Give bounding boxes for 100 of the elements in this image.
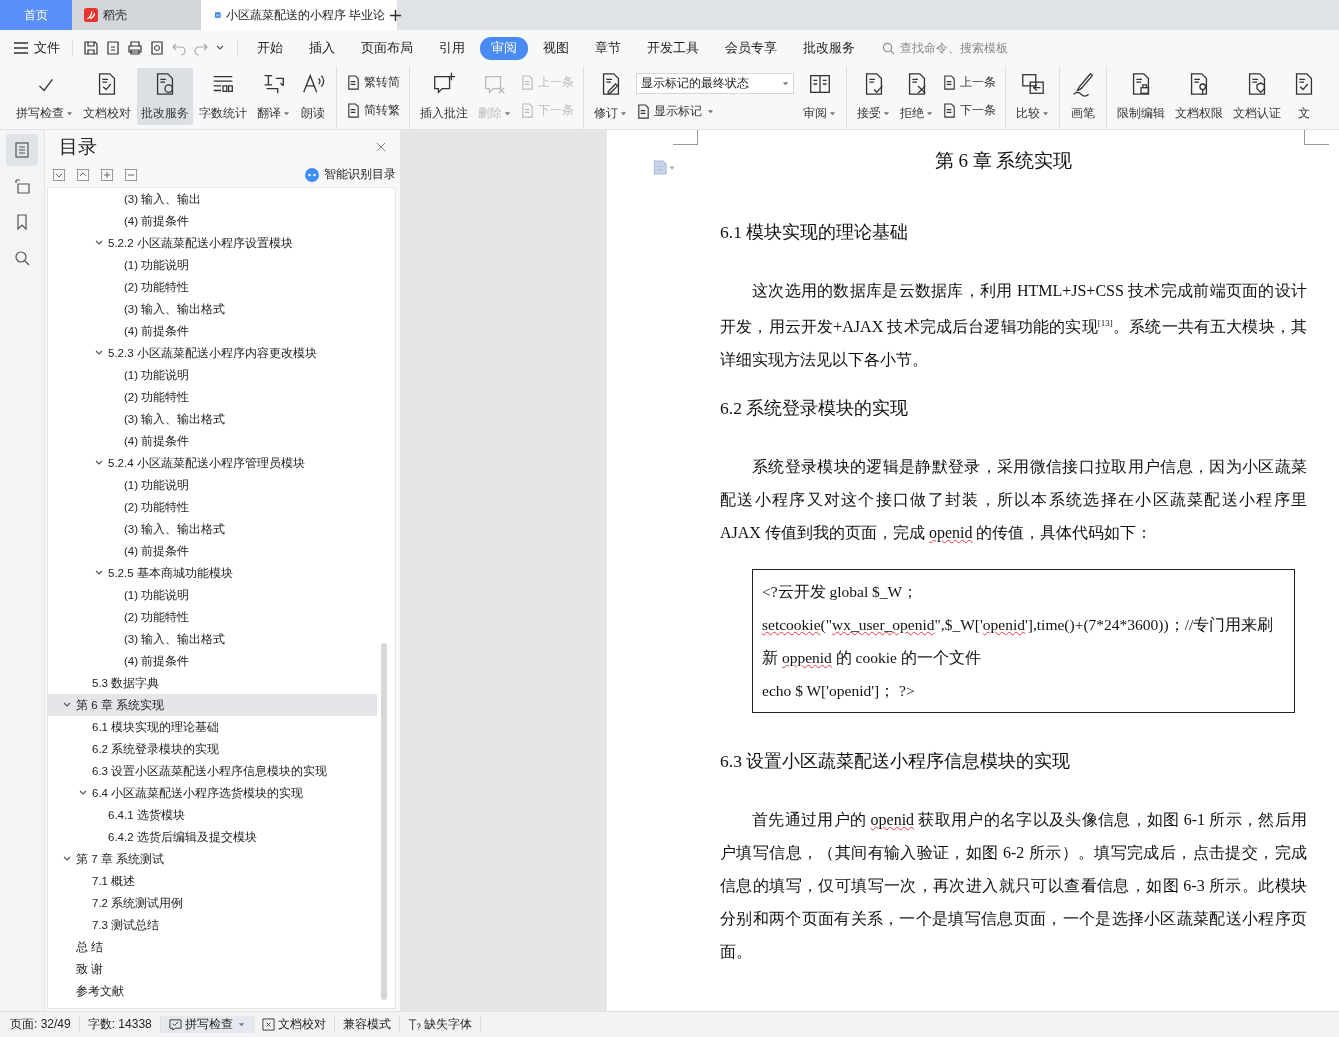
- toc-item[interactable]: 5.2.3 小区蔬菜配送小程序内容更改模块: [48, 342, 377, 364]
- toc-item[interactable]: (4) 前提条件: [48, 210, 377, 232]
- toc-item[interactable]: 6.4.2 选货后编辑及提交模块: [48, 826, 377, 848]
- toc-item[interactable]: 7.1 概述: [48, 870, 377, 892]
- ribbon-button[interactable]: 翻译: [253, 68, 294, 125]
- toc-item[interactable]: (2) 功能特性: [48, 276, 377, 298]
- ribbon-tab[interactable]: 会员专享: [714, 36, 788, 60]
- toc-item[interactable]: 6.1 模块实现的理论基础: [48, 716, 377, 738]
- ribbon-button[interactable]: 比较: [1012, 68, 1053, 125]
- toc-item[interactable]: (1) 功能说明: [48, 584, 377, 606]
- toc-item[interactable]: 7.3 测试总结: [48, 914, 377, 936]
- ribbon-button[interactable]: 拒绝: [896, 68, 937, 125]
- toc-item[interactable]: 6.4 小区蔬菜配送小程序选货模块的实现: [48, 782, 377, 804]
- print-icon[interactable]: [127, 40, 143, 56]
- caret-icon[interactable]: [620, 110, 627, 118]
- ribbon-button[interactable]: 繁转简: [346, 73, 400, 91]
- outline-button[interactable]: [6, 134, 38, 166]
- toc-item[interactable]: (4) 前提条件: [48, 650, 377, 672]
- toc-item[interactable]: 第 7 章 系统测试: [48, 848, 377, 870]
- toc-item[interactable]: (2) 功能特性: [48, 386, 377, 408]
- ribbon-button[interactable]: 拼写检查: [12, 68, 77, 125]
- caret-icon[interactable]: [782, 79, 789, 87]
- toc-item[interactable]: 5.2.5 基本商城功能模块: [48, 562, 377, 584]
- close-icon[interactable]: [376, 142, 386, 152]
- toc-item[interactable]: (3) 输入、输出格式: [48, 628, 377, 650]
- caret-icon[interactable]: [66, 110, 73, 118]
- command-search-field[interactable]: 查找命令、搜索模板: [882, 40, 1052, 56]
- save-icon[interactable]: [83, 40, 99, 56]
- toc-item[interactable]: (1) 功能说明: [48, 364, 377, 386]
- toc-item[interactable]: 5.2.2 小区蔬菜配送小程序设置模块: [48, 232, 377, 254]
- ribbon-tab[interactable]: 批改服务: [792, 36, 866, 60]
- caret-icon[interactable]: [926, 110, 933, 118]
- collapse-icon[interactable]: [53, 168, 65, 181]
- toc-item[interactable]: (1) 功能说明: [48, 254, 377, 276]
- new-tab-icon[interactable]: [389, 8, 402, 22]
- store-tab[interactable]: 稻壳: [72, 0, 201, 30]
- ribbon-button[interactable]: 修订: [590, 68, 631, 125]
- toc-item[interactable]: 总 结: [48, 936, 377, 958]
- toc-item[interactable]: (3) 输入、输出格式: [48, 518, 377, 540]
- minus-icon[interactable]: [125, 168, 137, 181]
- toc-item[interactable]: 5.3 数据字典: [48, 672, 377, 694]
- ribbon-button[interactable]: 画笔: [1066, 68, 1100, 125]
- toc-item[interactable]: 6.3 设置小区蔬菜配送小程序信息模块的实现: [48, 760, 377, 782]
- ribbon-button[interactable]: 接受: [853, 68, 894, 125]
- toc-item[interactable]: (2) 功能特性: [48, 606, 377, 628]
- toc-item[interactable]: (3) 输入、输出格式: [48, 408, 377, 430]
- ribbon-button[interactable]: 朗读: [296, 68, 330, 125]
- spell-check-button[interactable]: 拼写检查: [160, 1016, 254, 1033]
- ribbon-button[interactable]: 显示标记: [636, 103, 794, 121]
- toc-item[interactable]: (2) 功能特性: [48, 496, 377, 518]
- ribbon-tab[interactable]: 引用: [428, 36, 476, 60]
- ribbon-button[interactable]: 插入批注: [416, 68, 472, 125]
- ribbon-button[interactable]: 文档认证: [1229, 68, 1285, 125]
- toc-item[interactable]: (4) 前提条件: [48, 430, 377, 452]
- ribbon-button[interactable]: 审阅: [799, 68, 840, 125]
- toc-item[interactable]: 7.2 系统测试用例: [48, 892, 377, 914]
- toc-item[interactable]: 6.2 系统登录模块的实现: [48, 738, 377, 760]
- document-icon[interactable]: [653, 160, 675, 175]
- toc-item[interactable]: (4) 前提条件: [48, 540, 377, 562]
- toc-item[interactable]: (4) 前提条件: [48, 320, 377, 342]
- caret-icon[interactable]: [707, 108, 714, 116]
- ribbon-button[interactable]: 简转繁: [346, 102, 400, 120]
- document-icon: [346, 74, 361, 90]
- expand-icon[interactable]: [77, 168, 89, 181]
- toc-item[interactable]: 第 6 章 系统实现: [48, 694, 377, 716]
- toc-item[interactable]: (3) 输入、输出格式: [48, 298, 377, 320]
- ribbon-button[interactable]: 文档校对: [79, 68, 135, 125]
- ribbon-button[interactable]: 字数统计: [195, 68, 251, 125]
- document-tab[interactable]: 小区蔬菜配送的小程序 毕业论: [201, 0, 397, 30]
- ribbon-button[interactable]: 上一条: [942, 73, 996, 91]
- ribbon-tab[interactable]: 开发工具: [636, 36, 710, 60]
- preview-icon[interactable]: [149, 40, 165, 56]
- ribbon-tab[interactable]: 开始: [246, 36, 294, 60]
- toc-item[interactable]: (1) 功能说明: [48, 474, 377, 496]
- ribbon-tab[interactable]: 页面布局: [350, 36, 424, 60]
- ribbon-button[interactable]: 批改服务: [137, 68, 193, 125]
- missing-font-button[interactable]: 缺失字体: [399, 1016, 481, 1033]
- toc-item[interactable]: (3) 输入、输出: [48, 188, 377, 210]
- ribbon-tab[interactable]: 章节: [584, 36, 632, 60]
- ribbon-button[interactable]: 限制编辑: [1113, 68, 1169, 125]
- caret-icon[interactable]: [237, 1021, 245, 1028]
- plus-icon[interactable]: [101, 168, 113, 181]
- proofread-button[interactable]: 文档校对: [253, 1016, 335, 1033]
- toc-item[interactable]: 参考文献: [48, 980, 377, 1002]
- ribbon-tab[interactable]: 视图: [532, 36, 580, 60]
- caret-icon[interactable]: [883, 110, 890, 118]
- ribbon-button[interactable]: 文: [1287, 68, 1321, 125]
- export-icon[interactable]: [105, 40, 121, 56]
- smart-toc-button[interactable]: 智能识别目录: [305, 166, 396, 183]
- ribbon-tab[interactable]: 插入: [298, 36, 346, 60]
- ribbon-button[interactable]: 下一条: [942, 102, 996, 120]
- markup-dropdown[interactable]: 显示标记的最终状态: [636, 72, 794, 94]
- ribbon-button[interactable]: 文档权限: [1171, 68, 1227, 125]
- file-menu[interactable]: 文件: [14, 39, 73, 57]
- toc-item[interactable]: 5.2.4 小区蔬菜配送小程序管理员模块: [48, 452, 377, 474]
- toc-item[interactable]: 6.4.1 选货模块: [48, 804, 377, 826]
- caret-icon[interactable]: [829, 110, 836, 118]
- caret-icon[interactable]: [283, 110, 290, 118]
- toc-item[interactable]: 致 谢: [48, 958, 377, 980]
- caret-icon[interactable]: [1042, 110, 1049, 118]
